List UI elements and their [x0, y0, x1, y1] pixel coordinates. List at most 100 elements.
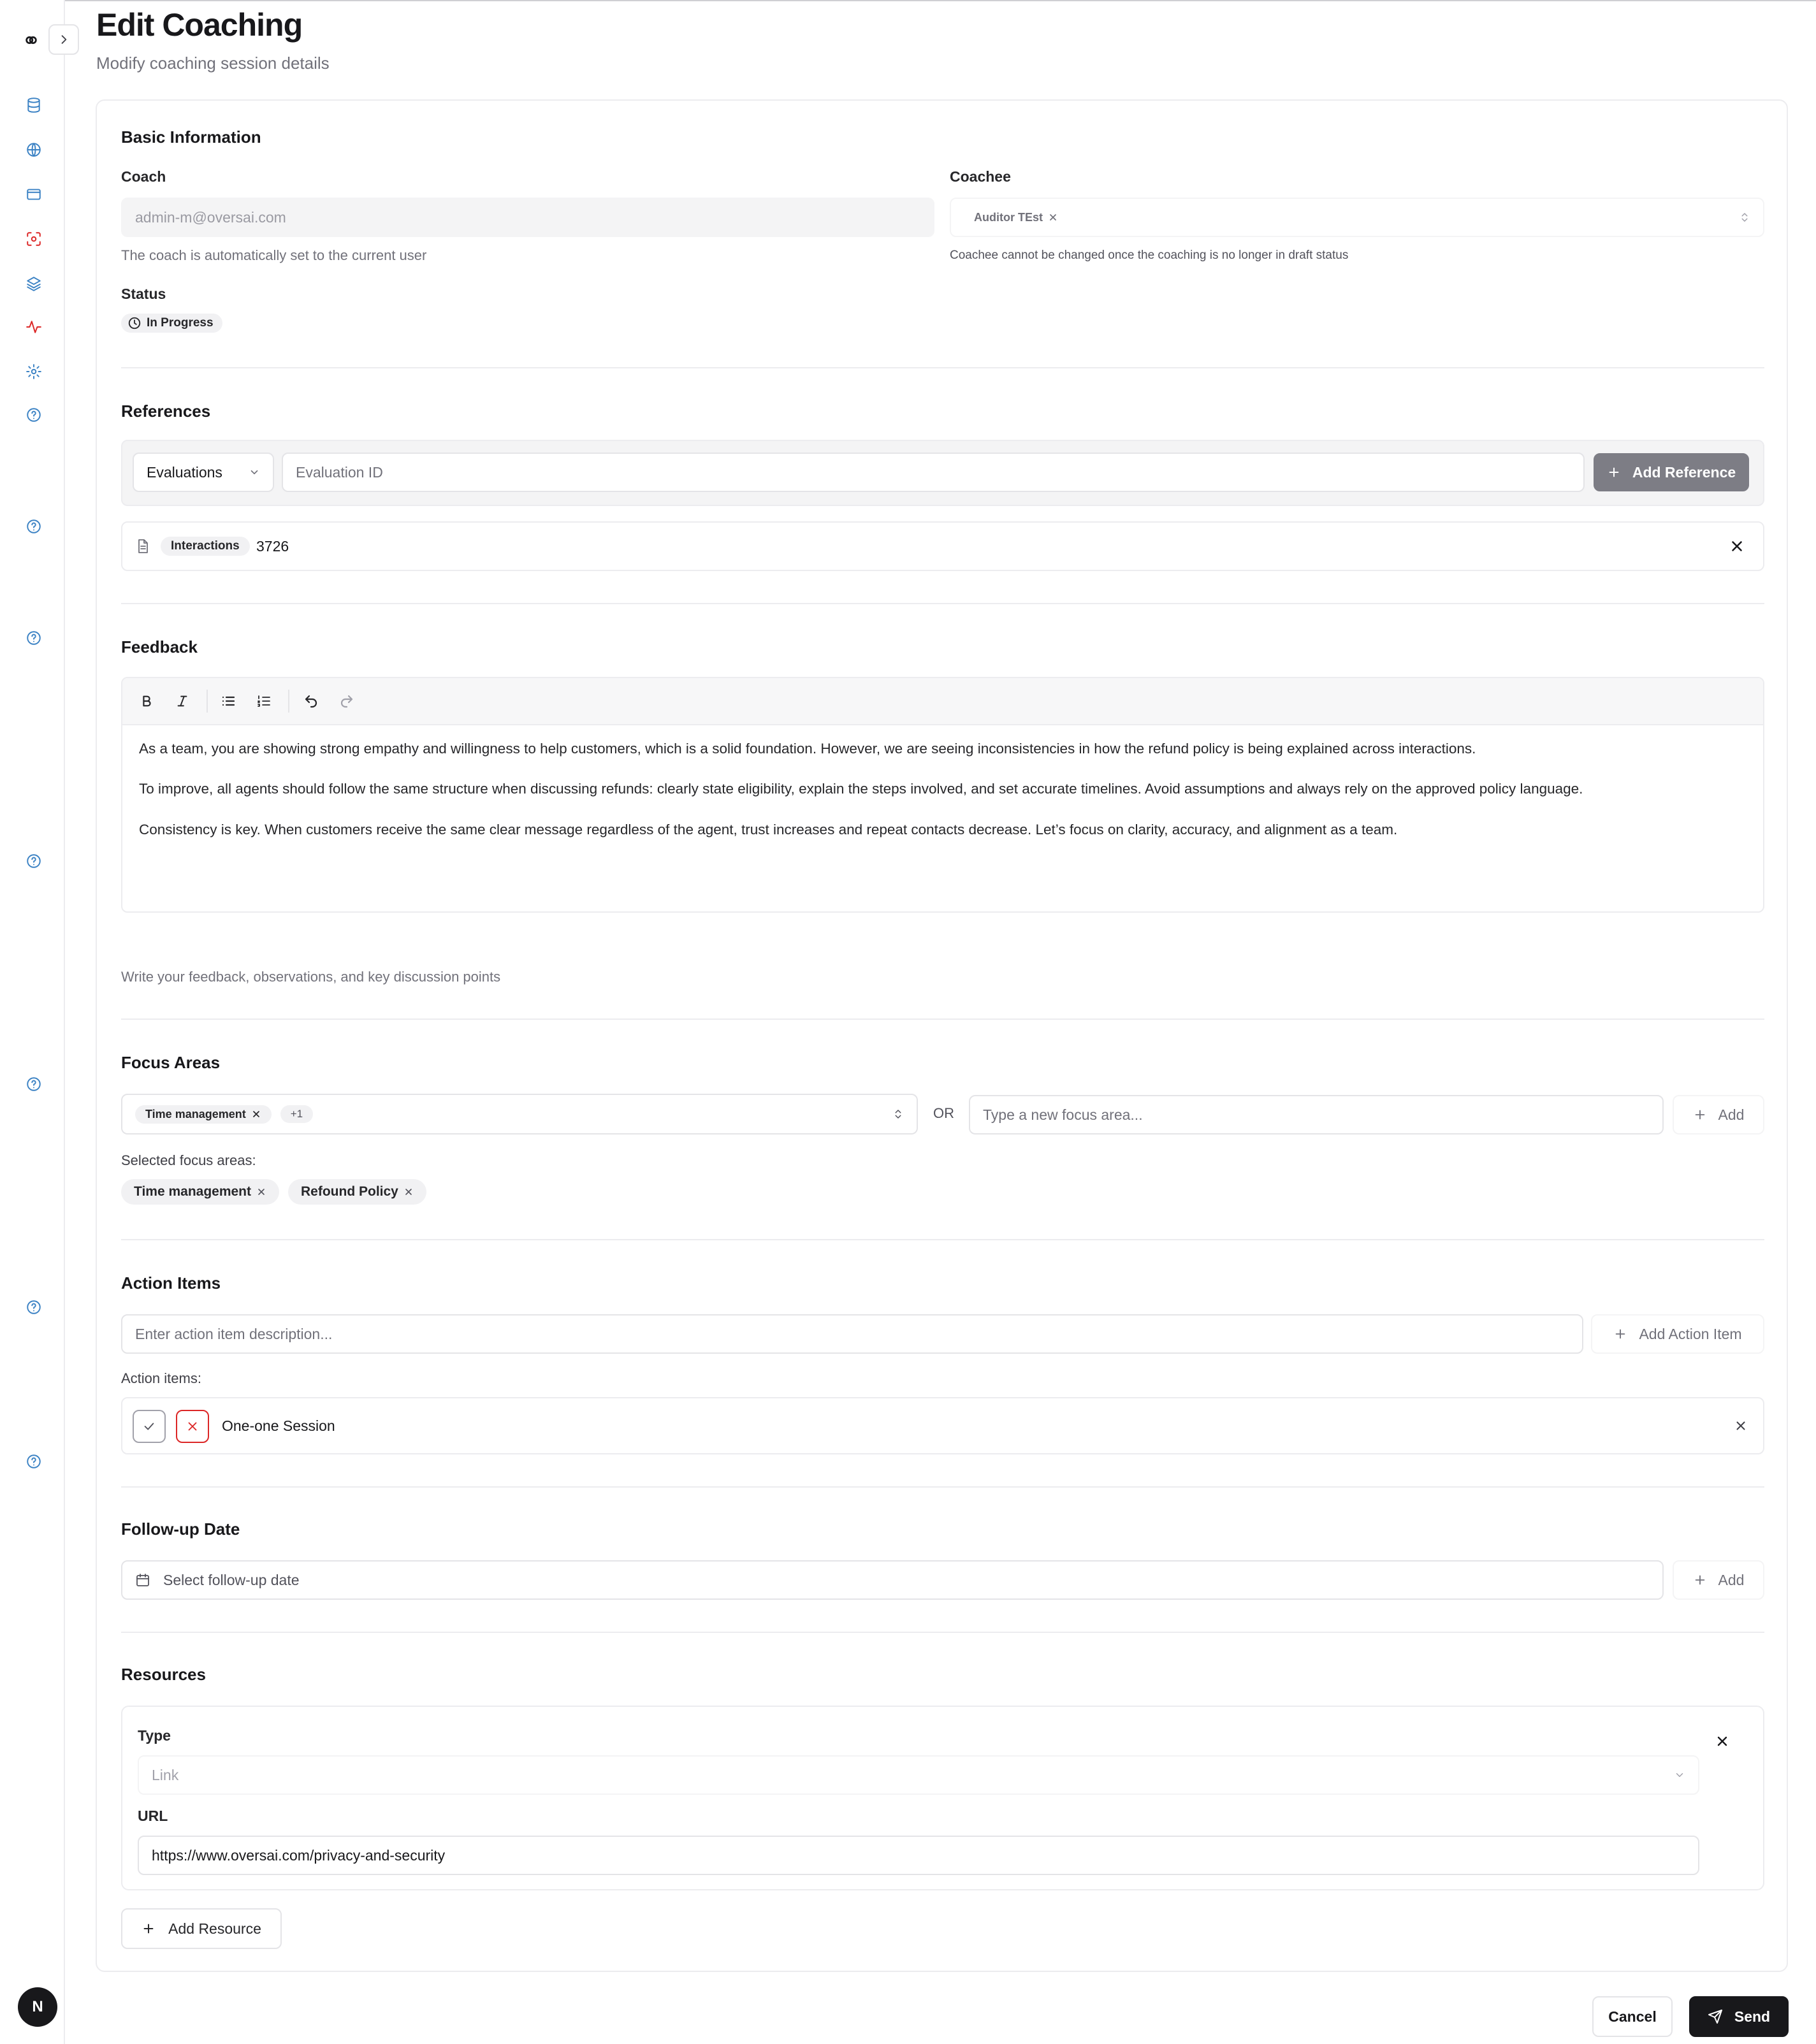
- ordered-list-icon: [258, 695, 270, 707]
- feedback-hint: Write your feedback, observations, and k…: [121, 969, 501, 985]
- section-divider: [121, 1486, 1764, 1488]
- window-icon[interactable]: [25, 186, 42, 203]
- redo-icon: [340, 695, 353, 708]
- follow-up-date-picker[interactable]: Select follow-up date: [121, 1560, 1664, 1600]
- window-top-border: [0, 0, 1816, 1]
- calendar-icon: [136, 1574, 149, 1586]
- sidebar-toggle-button[interactable]: [48, 24, 79, 55]
- redo-button[interactable]: [335, 690, 358, 713]
- remove-action-icon[interactable]: [1734, 1419, 1748, 1433]
- coach-value: admin-m@oversai.com: [135, 208, 286, 226]
- basic-info-title: Basic Information: [121, 127, 261, 147]
- database-icon[interactable]: [25, 97, 42, 113]
- action-items-label: Action items:: [121, 1370, 201, 1386]
- close-icon[interactable]: [256, 1187, 266, 1197]
- plus-icon: [1695, 1575, 1704, 1585]
- editor-toolbar: [122, 678, 1763, 725]
- page-subtitle: Modify coaching session details: [96, 54, 330, 73]
- feedback-paragraph: To improve, all agents should follow the…: [139, 781, 1583, 797]
- section-divider: [121, 1239, 1764, 1240]
- focus-area-select[interactable]: Time management +1: [121, 1094, 918, 1134]
- coachee-chip-label: Auditor TEst: [974, 210, 1043, 224]
- section-divider: [121, 1018, 1764, 1020]
- ordered-list-button[interactable]: [252, 690, 275, 713]
- new-focus-area-input[interactable]: Type a new focus area...: [969, 1095, 1664, 1134]
- close-icon[interactable]: [1048, 212, 1058, 222]
- send-label: Send: [1734, 2008, 1771, 2025]
- coaching-form-card: Basic Information Coach admin-m@oversai.…: [96, 99, 1788, 1972]
- resource-type-select[interactable]: Link: [138, 1755, 1699, 1795]
- focus-chip-label: Refound Policy: [301, 1184, 398, 1199]
- resource-url-input[interactable]: https://www.oversai.com/privacy-and-secu…: [138, 1836, 1699, 1875]
- reference-type-badge: Interactions: [161, 537, 250, 556]
- feedback-paragraph: As a team, you are showing strong empath…: [139, 741, 1476, 757]
- focus-more-badge: +1: [280, 1105, 314, 1123]
- feedback-editor: As a team, you are showing strong empath…: [121, 677, 1764, 913]
- italic-button[interactable]: [171, 690, 194, 713]
- help-icon[interactable]: [25, 1076, 42, 1092]
- status-label: Status: [121, 286, 166, 302]
- reference-type-value: Evaluations: [147, 463, 222, 481]
- focus-areas-title: Focus Areas: [121, 1053, 221, 1072]
- feedback-paragraph: Consistency is key. When customers recei…: [139, 821, 1398, 837]
- help-icon[interactable]: [25, 407, 42, 423]
- help-icon[interactable]: [25, 1299, 42, 1316]
- close-icon[interactable]: [251, 1109, 261, 1119]
- x-icon: [188, 1422, 197, 1431]
- feedback-text[interactable]: As a team, you are showing strong empath…: [139, 739, 1752, 839]
- layers-icon[interactable]: [25, 275, 42, 292]
- check-icon: [144, 1423, 154, 1430]
- gear-icon[interactable]: [25, 363, 42, 380]
- or-label: OR: [933, 1105, 954, 1121]
- selected-focus-list: Time management Refound Policy: [121, 1179, 426, 1205]
- add-focus-area-label: Add: [1718, 1106, 1745, 1123]
- undo-button[interactable]: [300, 690, 323, 713]
- clock-icon: [128, 317, 141, 330]
- avatar[interactable]: N: [18, 1987, 57, 2027]
- focus-select-chip: Time management: [135, 1105, 272, 1124]
- reject-action-button[interactable]: [176, 1410, 209, 1443]
- reference-id: 3726: [256, 538, 289, 554]
- complete-action-button[interactable]: [133, 1410, 166, 1443]
- plus-icon: [1616, 1329, 1625, 1339]
- send-icon: [1708, 2010, 1722, 2024]
- page-title: Edit Coaching: [96, 7, 303, 43]
- help-icon[interactable]: [25, 853, 42, 869]
- italic-icon: [177, 695, 187, 707]
- add-resource-button[interactable]: Add Resource: [121, 1908, 282, 1949]
- add-reference-label: Add Reference: [1632, 463, 1736, 481]
- help-icon[interactable]: [25, 518, 42, 535]
- toolbar-separator: [207, 690, 208, 713]
- globe-icon[interactable]: [25, 141, 42, 158]
- new-focus-area-placeholder: Type a new focus area...: [983, 1106, 1143, 1123]
- bold-button[interactable]: [135, 690, 158, 713]
- scan-icon[interactable]: [25, 231, 42, 247]
- add-focus-area-button[interactable]: Add: [1673, 1095, 1764, 1134]
- add-reference-button[interactable]: Add Reference: [1594, 453, 1749, 491]
- action-item-input[interactable]: Enter action item description...: [121, 1314, 1583, 1354]
- coach-field: admin-m@oversai.com: [121, 198, 934, 237]
- chevron-up-down-icon: [895, 1110, 901, 1119]
- add-action-item-button[interactable]: Add Action Item: [1591, 1314, 1764, 1354]
- activity-icon[interactable]: [25, 319, 42, 335]
- coachee-hint: Coachee cannot be changed once the coach…: [950, 249, 1349, 262]
- send-button[interactable]: Send: [1689, 1996, 1789, 2037]
- resource-url-label: URL: [138, 1808, 168, 1824]
- action-item-placeholder: Enter action item description...: [135, 1325, 333, 1342]
- close-icon[interactable]: [403, 1187, 414, 1197]
- section-divider: [121, 1632, 1764, 1633]
- evaluation-id-input[interactable]: Evaluation ID: [282, 453, 1585, 492]
- add-resource-label: Add Resource: [168, 1920, 261, 1937]
- reference-type-select[interactable]: Evaluations: [133, 453, 274, 492]
- coach-label: Coach: [121, 168, 166, 185]
- coachee-select[interactable]: Auditor TEst: [950, 198, 1764, 237]
- focus-chip-label: Time management: [134, 1184, 252, 1199]
- help-icon[interactable]: [25, 1453, 42, 1470]
- add-follow-up-button[interactable]: Add: [1673, 1560, 1764, 1600]
- remove-resource-icon[interactable]: [1715, 1734, 1730, 1749]
- focus-select-chips: Time management +1: [135, 1105, 314, 1124]
- cancel-button[interactable]: Cancel: [1592, 1996, 1673, 2037]
- bullet-list-button[interactable]: [217, 690, 240, 713]
- help-icon[interactable]: [25, 630, 42, 646]
- remove-reference-icon[interactable]: [1729, 538, 1745, 554]
